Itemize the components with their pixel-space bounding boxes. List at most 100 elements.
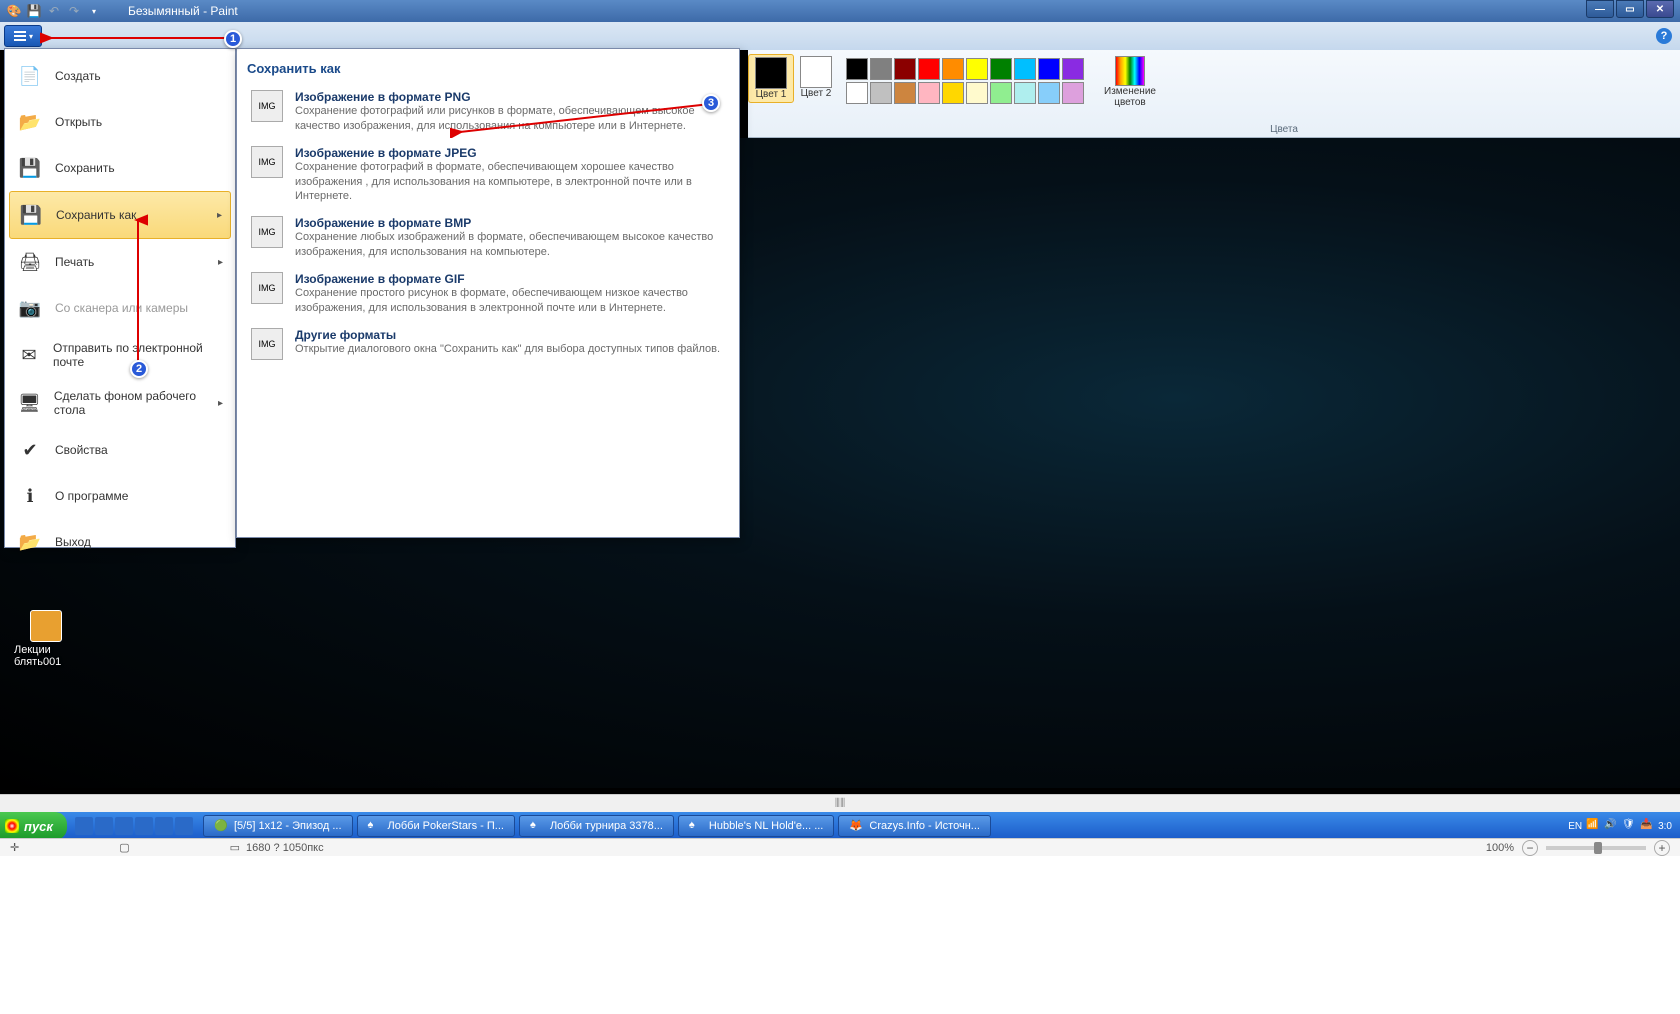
print-icon: 🖨	[17, 249, 43, 275]
zoom-thumb[interactable]	[1594, 842, 1602, 854]
tray-icon-2[interactable]: 🔊	[1604, 819, 1618, 833]
ql-icon-6[interactable]	[175, 817, 193, 835]
color-swatch-4[interactable]	[942, 58, 964, 80]
callout-2: 2	[130, 360, 148, 378]
color-swatch-14[interactable]	[942, 82, 964, 104]
tray-icon-4[interactable]: 📥	[1640, 819, 1654, 833]
window-title: Безымянный - Paint	[128, 4, 238, 18]
taskbar-item-3[interactable]: ♠Hubble's NL Hold'e... ...	[678, 815, 834, 837]
saveas-format-1[interactable]: IMGИзображение в формате JPEGСохранение …	[247, 140, 729, 211]
properties-icon: ✔	[17, 437, 43, 463]
taskbar-item-2[interactable]: ♠Лобби турнира 3378...	[519, 815, 674, 837]
ql-icon-3[interactable]	[115, 817, 133, 835]
horizontal-scrollbar[interactable]: ⦀⦀	[0, 794, 1680, 812]
file-menu-item-save[interactable]: 💾Сохранить	[9, 145, 231, 191]
color-swatch-3[interactable]	[918, 58, 940, 80]
color-swatch-8[interactable]	[1038, 58, 1060, 80]
desktop-file-icon[interactable]: Лекции блять001	[14, 610, 78, 668]
quick-access-toolbar: 🎨 💾 ↶ ↷ ▾	[0, 3, 108, 19]
color-swatch-0[interactable]	[846, 58, 868, 80]
scanner-icon: 📷	[17, 295, 43, 321]
file-menu-item-properties[interactable]: ✔Свойства	[9, 427, 231, 473]
clock[interactable]: 3:0	[1658, 821, 1672, 832]
ql-icon-2[interactable]	[95, 817, 113, 835]
saveas-format-3[interactable]: IMGИзображение в формате GIFСохранение п…	[247, 266, 729, 322]
color-2-label: Цвет 2	[801, 88, 832, 99]
color-swatch-13[interactable]	[918, 82, 940, 104]
format-desc: Открытие диалогового окна "Сохранить как…	[295, 342, 720, 357]
file-menu-label: Сохранить как	[56, 208, 136, 222]
start-button[interactable]: пуск	[0, 812, 67, 840]
ribbon-tab-row: ?	[0, 22, 1680, 50]
qat-dropdown-icon[interactable]: ▾	[86, 3, 102, 19]
taskbar-item-1[interactable]: ♠Лобби PokerStars - П...	[357, 815, 515, 837]
jpg-file-icon	[30, 610, 62, 642]
maximize-button[interactable]: ▭	[1616, 0, 1644, 18]
color-2-selector[interactable]: Цвет 2	[794, 54, 838, 101]
color-swatch-11[interactable]	[870, 82, 892, 104]
file-menu-item-email[interactable]: ✉Отправить по электронной почте	[9, 331, 231, 379]
saveas-format-2[interactable]: IMGИзображение в формате BMPСохранение л…	[247, 210, 729, 266]
color-swatch-6[interactable]	[990, 58, 1012, 80]
color-swatch-1[interactable]	[870, 58, 892, 80]
color-swatch-18[interactable]	[1038, 82, 1060, 104]
taskbar-item-0[interactable]: 🟢[5/5] 1x12 - Эпизод ...	[203, 815, 353, 837]
file-menu-item-exit[interactable]: 📂Выход	[9, 519, 231, 565]
ql-icon-5[interactable]	[155, 817, 173, 835]
saveas-format-0[interactable]: IMGИзображение в формате PNGСохранение ф…	[247, 84, 729, 140]
tray-icon-1[interactable]: 📶	[1586, 819, 1600, 833]
format-icon: IMG	[251, 328, 283, 360]
color-1-selector[interactable]: Цвет 1	[748, 54, 794, 103]
color-swatch-9[interactable]	[1062, 58, 1084, 80]
zoom-in-button[interactable]: +	[1654, 840, 1670, 856]
color-swatch-17[interactable]	[1014, 82, 1036, 104]
viewer-chrome-fill	[0, 856, 1680, 1014]
save-icon[interactable]: 💾	[26, 3, 42, 19]
taskbar-item-4[interactable]: 🦊Crazys.Info - Источн...	[838, 815, 991, 837]
color-swatch-7[interactable]	[1014, 58, 1036, 80]
close-button[interactable]: ✕	[1646, 0, 1674, 18]
color-swatch-12[interactable]	[894, 82, 916, 104]
color-swatch-19[interactable]	[1062, 82, 1084, 104]
language-indicator[interactable]: EN	[1568, 821, 1582, 832]
tray-icon-3[interactable]: 🛡	[1622, 819, 1636, 833]
ql-icon-1[interactable]	[75, 817, 93, 835]
callout-3: 3	[702, 94, 720, 112]
edit-colors-button[interactable]: Изменение цветов	[1092, 54, 1168, 110]
color-swatch-10[interactable]	[846, 82, 868, 104]
format-title: Изображение в формате BMP	[295, 216, 725, 230]
zoom-slider[interactable]	[1546, 846, 1646, 850]
task-label: Лобби турнира 3378...	[550, 820, 663, 832]
save-as-submenu: Сохранить как IMGИзображение в формате P…	[236, 48, 740, 538]
file-menu-item-saveas[interactable]: 💾Сохранить как▸	[9, 191, 231, 239]
file-menu-item-new[interactable]: 📄Создать	[9, 53, 231, 99]
file-menu-item-about[interactable]: ℹО программе	[9, 473, 231, 519]
color-swatch-2[interactable]	[894, 58, 916, 80]
file-menu-label: Выход	[55, 535, 91, 549]
format-icon: IMG	[251, 216, 283, 248]
file-menu-item-print[interactable]: 🖨Печать▸	[9, 239, 231, 285]
saveas-format-4[interactable]: IMGДругие форматыОткрытие диалогового ок…	[247, 322, 729, 366]
format-title: Изображение в формате PNG	[295, 90, 725, 104]
application-menu-button[interactable]	[4, 25, 42, 47]
task-app-icon: ♠	[689, 819, 703, 833]
color-swatch-5[interactable]	[966, 58, 988, 80]
redo-icon[interactable]: ↷	[66, 3, 82, 19]
quick-launch	[67, 817, 201, 835]
undo-icon[interactable]: ↶	[46, 3, 62, 19]
spectrum-icon	[1115, 56, 1145, 86]
start-label: пуск	[24, 819, 53, 834]
format-title: Изображение в формате JPEG	[295, 146, 725, 160]
new-icon: 📄	[17, 63, 43, 89]
color-swatch-15[interactable]	[966, 82, 988, 104]
file-menu-item-wallpaper[interactable]: 🖥Сделать фоном рабочего стола▸	[9, 379, 231, 427]
help-button[interactable]: ?	[1656, 28, 1672, 44]
save-as-header: Сохранить как	[247, 57, 729, 84]
minimize-button[interactable]: —	[1586, 0, 1614, 18]
ql-icon-4[interactable]	[135, 817, 153, 835]
color-swatch-16[interactable]	[990, 82, 1012, 104]
zoom-out-button[interactable]: −	[1522, 840, 1538, 856]
file-menu-item-open[interactable]: 📂Открыть	[9, 99, 231, 145]
email-icon: ✉	[17, 342, 41, 368]
zoom-control: 100% − +	[1486, 840, 1670, 856]
